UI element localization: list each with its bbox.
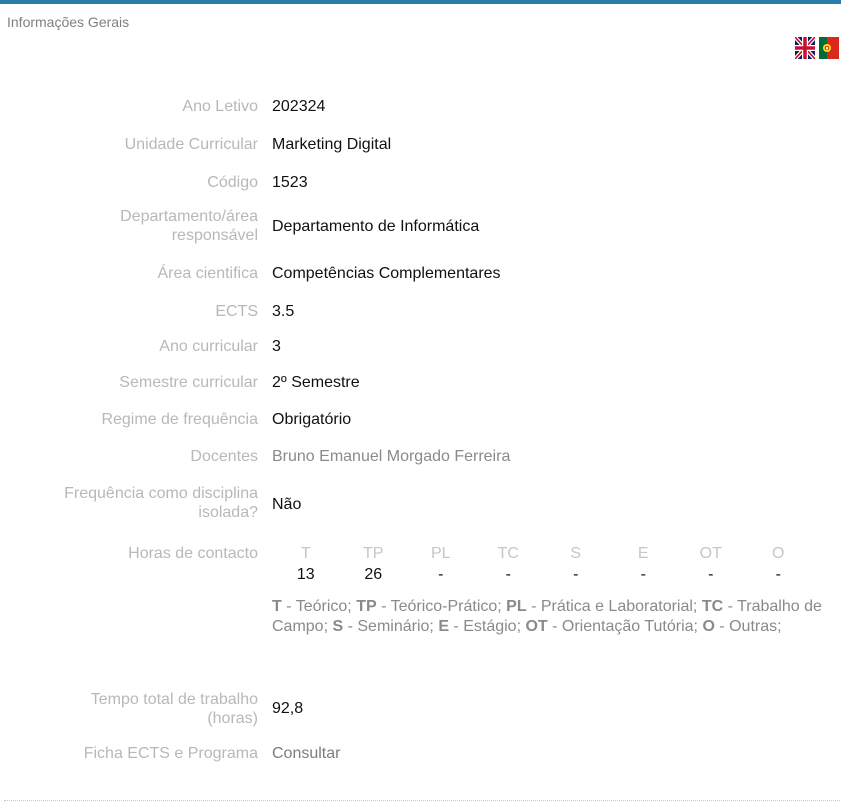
legend-desc: - Teórico; [281, 598, 352, 615]
tempo-total-label-line2: (horas) [207, 710, 258, 727]
hours-value-cell: - [775, 566, 781, 583]
semestre-curricular-label: Semestre curricular [119, 374, 258, 391]
legend-item: PL - Prática e Laboratorial; [506, 598, 697, 615]
regime-frequencia-label: Regime de frequência [101, 411, 258, 428]
legend-abbr: PL [506, 598, 527, 615]
legend-desc: - Prática e Laboratorial; [526, 598, 698, 615]
docentes-label: Docentes [190, 448, 258, 465]
docentes-value: Bruno Emanuel Morgado Ferreira [272, 448, 511, 465]
unidade-curricular-value: Marketing Digital [272, 136, 392, 153]
ano-curricular-value: 3 [272, 338, 281, 355]
codigo-label: Código [207, 174, 258, 191]
frequencia-isolada-label: Frequência como disciplina isolada? [3, 484, 258, 522]
hours-value-cell: - [505, 566, 511, 583]
ects-value: 3.5 [272, 303, 295, 320]
frequencia-isolada-label-line2: isolada? [198, 504, 258, 521]
legend-item: OT - Orientação Tutória; [525, 618, 698, 635]
ficha-ects-link[interactable]: Consultar [272, 744, 340, 763]
legend-desc: - Estágio; [448, 618, 522, 635]
hours-value-cell: 13 [296, 566, 315, 583]
ano-curricular-label: Ano curricular [159, 338, 258, 355]
departamento-label-line2: responsável [171, 227, 258, 244]
tempo-total-label-line1: Tempo total de trabalho [90, 691, 258, 708]
legend-desc: - Teórico-Prático; [376, 598, 502, 615]
hours-header-cell: TC [497, 545, 519, 562]
hours-header-cell: T [300, 545, 311, 562]
hours-header-cell: OT [699, 545, 722, 562]
semestre-curricular-value: 2º Semestre [272, 374, 360, 391]
ficha-ects-label: Ficha ECTS e Programa [83, 745, 258, 762]
legend-abbr: S [332, 618, 344, 635]
hours-header-cell: PL [430, 545, 451, 562]
legend-abbr: TP [356, 598, 377, 615]
hours-value-row: 13 26 - - - - - - [272, 565, 812, 584]
legend-desc: - Seminário; [343, 618, 434, 635]
frequencia-isolada-label-line1: Frequência como disciplina [64, 485, 258, 502]
hours-header-cell: S [570, 545, 582, 562]
legend-item: E - Estágio; [438, 618, 521, 635]
legend-item: T - Teórico; [272, 598, 352, 615]
ects-label: ECTS [215, 303, 258, 320]
horas-contacto-label: Horas de contacto [128, 545, 258, 562]
hours-table: T TP PL TC S E OT O 13 26 - - - - - - [272, 544, 812, 584]
legend-abbr: E [438, 618, 449, 635]
departamento-label: Departamento/área responsável [3, 207, 258, 245]
tempo-total-value: 92,8 [272, 700, 304, 717]
hours-value-cell: - [708, 566, 714, 583]
regime-frequencia-value: Obrigatório [272, 411, 352, 428]
hours-value-cell: - [640, 566, 646, 583]
codigo-value: 1523 [272, 174, 308, 191]
ano-letivo-label: Ano Letivo [182, 98, 258, 115]
legend-abbr: OT [525, 618, 548, 635]
area-cientifica-value: Competências Complementares [272, 265, 501, 282]
hours-value-cell: - [573, 566, 579, 583]
language-selector [795, 37, 839, 59]
hours-header-cell: E [637, 545, 649, 562]
hours-header-cell: TP [363, 545, 384, 562]
legend-abbr: O [702, 618, 715, 635]
english-flag-icon[interactable] [795, 37, 815, 59]
bottom-divider [4, 800, 840, 801]
legend-item: O - Outras; [702, 618, 781, 635]
tempo-total-label: Tempo total de trabalho (horas) [3, 690, 258, 728]
ano-letivo-value: 202324 [272, 98, 326, 115]
hours-header-row: T TP PL TC S E OT O [272, 544, 812, 563]
departamento-value: Departamento de Informática [272, 218, 480, 235]
top-accent-bar [0, 0, 841, 4]
unidade-curricular-label: Unidade Curricular [124, 136, 258, 153]
hours-legend: T - Teórico; TP - Teórico-Prático; PL - … [272, 597, 832, 637]
portugal-flag-icon[interactable] [819, 37, 839, 59]
legend-desc: - Orientação Tutória; [547, 618, 698, 635]
legend-desc: - Outras; [714, 618, 782, 635]
section-title: Informações Gerais [7, 14, 130, 30]
legend-item: S - Seminário; [332, 618, 433, 635]
departamento-label-line1: Departamento/área [120, 208, 258, 225]
hours-value-cell: - [438, 566, 444, 583]
legend-item: TP - Teórico-Prático; [356, 598, 502, 615]
frequencia-isolada-value: Não [272, 496, 302, 513]
hours-value-cell: 26 [364, 566, 383, 583]
legend-abbr: TC [701, 598, 724, 615]
legend-abbr: T [272, 598, 282, 615]
area-cientifica-label: Área cientifica [157, 265, 259, 282]
hours-header-cell: O [772, 545, 785, 562]
